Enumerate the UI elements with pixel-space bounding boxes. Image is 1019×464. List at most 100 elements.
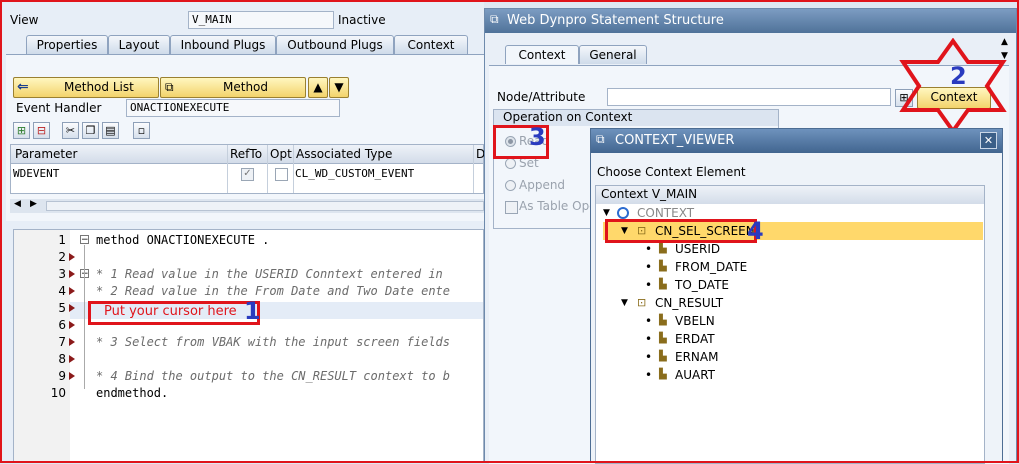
param-table: Parameter RefTo Opt Associated Type D WD… xyxy=(10,144,485,194)
attribute-icon: ▙ xyxy=(659,351,667,362)
event-handler-field[interactable]: ONACTIONEXECUTE xyxy=(126,99,340,117)
code-line-7: * 3 Select from VBAK with the input scre… xyxy=(96,335,451,349)
line-number-5: 5 xyxy=(58,301,66,315)
tab-context[interactable]: Context xyxy=(394,35,468,54)
opt-checkbox[interactable] xyxy=(275,168,288,181)
line-number-10: 10 xyxy=(50,386,66,400)
line-number-9: 9 xyxy=(58,369,66,383)
bullet-icon: • xyxy=(645,368,653,382)
attribute-icon: ▙ xyxy=(659,333,667,344)
tab-properties[interactable]: Properties xyxy=(26,35,108,54)
view-label: View xyxy=(10,13,39,27)
context-root-icon xyxy=(617,207,629,219)
col-header-opt[interactable]: Opt xyxy=(270,147,292,161)
select-button[interactable]: ▫ xyxy=(133,122,150,139)
viewer-title: CONTEXT_VIEWER xyxy=(615,133,735,148)
breakpoint-arrow-icon[interactable] xyxy=(69,321,75,329)
bullet-icon: • xyxy=(645,260,653,274)
event-handler-label: Event Handler xyxy=(16,101,102,115)
breakpoint-arrow-icon[interactable] xyxy=(69,338,75,346)
tab-layout[interactable]: Layout xyxy=(108,35,170,54)
table-hscroll[interactable]: ◀ ▶ xyxy=(10,199,484,213)
paste-button[interactable]: ▤ xyxy=(102,122,119,139)
close-button[interactable]: ✕ xyxy=(980,132,997,149)
tab-outbound-plugs[interactable]: Outbound Plugs xyxy=(276,35,394,54)
method-button[interactable]: ⧉ Method xyxy=(160,77,306,98)
as-table-checkbox[interactable] xyxy=(505,201,518,214)
step-1-number: 1 xyxy=(244,297,261,325)
tab-general[interactable]: General xyxy=(579,45,647,64)
step-3-number: 3 xyxy=(529,123,546,151)
copy-icon: ❐ xyxy=(85,124,96,137)
scissors-icon: ✂ xyxy=(65,124,76,137)
attribute-label: ERNAM xyxy=(675,350,719,364)
close-icon: ✕ xyxy=(983,134,994,147)
scroll-right-icon: ▶ xyxy=(30,199,37,209)
scroll-left-icon: ◀ xyxy=(14,199,21,209)
tab-inbound-plugs[interactable]: Inbound Plugs xyxy=(170,35,276,54)
code-line-9: * 4 Bind the output to the CN_RESULT con… xyxy=(96,369,451,383)
method-label: Method xyxy=(223,80,269,94)
method-list-button[interactable]: ⇐ Method List xyxy=(13,77,159,98)
viewer-title-bar[interactable]: ⧉ CONTEXT_VIEWER ✕ xyxy=(591,129,1002,153)
line-number-2: 2 xyxy=(58,250,66,264)
scroll-thumb[interactable] xyxy=(46,201,484,211)
tab-label: Context xyxy=(518,48,566,62)
refto-checkbox[interactable]: ✓ xyxy=(241,168,254,181)
breakpoint-arrow-icon[interactable] xyxy=(69,355,75,363)
breakpoint-arrow-icon[interactable] xyxy=(69,287,75,295)
breakpoint-arrow-icon[interactable] xyxy=(69,253,75,261)
attribute-label: FROM_DATE xyxy=(675,260,748,274)
delete-row-icon: ⊟ xyxy=(36,124,47,137)
tree-node-cn-result[interactable]: ▼ ⊡ CN_RESULT xyxy=(603,294,983,312)
bullet-icon: • xyxy=(645,278,653,292)
tab-label: Inbound Plugs xyxy=(180,38,266,52)
node-folder-icon: ⊡ xyxy=(637,296,647,309)
breakpoint-arrow-icon[interactable] xyxy=(69,270,75,278)
dialog-icon: ⧉ xyxy=(490,12,499,26)
view-field[interactable]: V_MAIN xyxy=(188,11,334,29)
code-line-4: * 2 Read value in the From Date and Two … xyxy=(96,284,451,298)
scroll-up-button[interactable]: ▲ xyxy=(308,77,328,98)
tab-context[interactable]: Context xyxy=(505,45,579,64)
tab-label: Context xyxy=(407,38,455,52)
arrow-left-icon: ⇐ xyxy=(17,79,29,95)
fold-line xyxy=(84,245,85,389)
col-header-parameter[interactable]: Parameter xyxy=(15,147,77,161)
scroll-down-button[interactable]: ▼ xyxy=(329,77,349,98)
method-list-label: Method List xyxy=(64,80,134,94)
delete-row-button[interactable]: ⊟ xyxy=(33,122,50,139)
col-header-refto[interactable]: RefTo xyxy=(230,147,262,161)
main-screen: View V_MAIN Inactive Properties Layout I… xyxy=(0,0,485,463)
method-icon: ⧉ xyxy=(165,80,174,94)
copy-button[interactable]: ❐ xyxy=(82,122,99,139)
fold-toggle-icon[interactable]: − xyxy=(80,235,89,245)
code-line-1: method ONACTIONEXECUTE . xyxy=(96,233,270,247)
radio-set[interactable] xyxy=(505,158,516,169)
attribute-icon: ▙ xyxy=(659,315,667,326)
breakpoint-arrow-icon[interactable] xyxy=(69,304,75,312)
tree-header: Context V_MAIN xyxy=(601,187,698,201)
paste-icon: ▤ xyxy=(105,124,116,137)
cell-parameter: WDEVENT xyxy=(13,167,60,180)
line-number-6: 6 xyxy=(58,318,66,332)
line-number-4: 4 xyxy=(58,284,66,298)
insert-row-button[interactable]: ⊞ xyxy=(13,122,30,139)
attribute-icon: ▙ xyxy=(659,369,667,380)
dialog-title-bar[interactable]: ⧉ Web Dynpro Statement Structure xyxy=(485,9,1016,33)
cut-button[interactable]: ✂ xyxy=(62,122,79,139)
col-header-type[interactable]: Associated Type xyxy=(296,147,392,161)
line-number-1: 1 xyxy=(58,233,66,247)
step-4-number: 4 xyxy=(747,217,764,245)
breakpoint-arrow-icon[interactable] xyxy=(69,372,75,380)
bullet-icon: • xyxy=(645,314,653,328)
node-attribute-field[interactable] xyxy=(607,88,891,106)
table-row[interactable]: WDEVENT ✓ CL_WD_CUSTOM_EVENT xyxy=(11,164,483,184)
viewer-icon: ⧉ xyxy=(596,132,605,146)
radio-append-label: Append xyxy=(519,178,566,192)
attribute-label: TO_DATE xyxy=(675,278,729,292)
bullet-icon: • xyxy=(645,350,653,364)
radio-append[interactable] xyxy=(505,180,516,191)
triangle-up-icon: ▲ xyxy=(313,80,323,94)
tab-label: Layout xyxy=(118,38,160,52)
